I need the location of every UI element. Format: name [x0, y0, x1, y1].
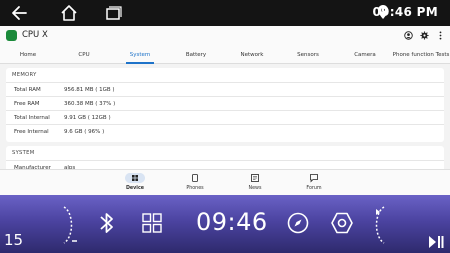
nav-label: News [248, 186, 262, 191]
next-track-icon[interactable] [366, 205, 392, 245]
row-value: 360.38 MB ( 37% ) [64, 101, 116, 107]
bottom-nav: Device Phones News Forum [0, 169, 450, 195]
app-bar: CPU X [0, 26, 450, 46]
settings-hex-icon[interactable] [330, 211, 354, 235]
back-icon[interactable] [10, 4, 28, 22]
nav-label: Device [125, 186, 145, 191]
tab-battery[interactable]: Battery [186, 52, 206, 58]
dock-left-number: 15 [4, 231, 24, 249]
row-label: Free RAM [14, 101, 40, 107]
account-icon[interactable] [404, 31, 413, 40]
nav-device[interactable]: Device [115, 173, 155, 191]
memory-row-free-ram: Free RAM 360.38 MB ( 37% ) [6, 96, 444, 110]
car-dock: 09:46 15 [0, 195, 450, 253]
nav-label: Forum [306, 186, 322, 191]
row-value: 9.91 GB ( 12GB ) [64, 115, 111, 121]
row-value: 956.81 MB ( 1GB ) [64, 87, 115, 93]
compass-icon[interactable] [287, 212, 309, 234]
memory-row-free-internal: Free Internal 9.6 GB ( 96% ) [6, 124, 444, 138]
row-label: Total RAM [14, 87, 41, 93]
status-time: 09:46 PM [372, 5, 438, 19]
tab-home[interactable]: Home [20, 52, 36, 58]
tab-cpu[interactable]: CPU [78, 52, 89, 58]
bluetooth-icon[interactable] [98, 211, 116, 235]
tab-bar: Home CPU System Battery Network Sensors … [0, 46, 450, 64]
nav-label: Phones [186, 186, 204, 191]
tab-camera[interactable]: Camera [354, 52, 376, 58]
apps-grid-icon[interactable] [142, 213, 162, 233]
row-label: Free Internal [14, 129, 49, 135]
settings-icon[interactable] [420, 31, 429, 40]
row-label: Total Internal [14, 115, 50, 121]
memory-section-title: MEMORY [12, 72, 37, 78]
system-section-title: SYSTEM [12, 150, 35, 156]
tab-system[interactable]: System [130, 52, 151, 58]
news-icon [251, 174, 259, 182]
memory-card: MEMORY Total RAM 956.81 MB ( 1GB ) Free … [6, 68, 444, 142]
tab-phone-function-tests[interactable]: Phone function Tests [393, 52, 450, 58]
nav-forum[interactable]: Forum [294, 173, 334, 191]
nav-news[interactable]: News [235, 173, 275, 191]
active-tab-indicator [126, 62, 154, 64]
nav-phones[interactable]: Phones [175, 173, 215, 191]
home-icon[interactable] [60, 4, 78, 22]
cpux-app: CPU X Home CPU System Battery Network Se… [0, 26, 450, 195]
more-options-icon[interactable] [436, 31, 445, 40]
dock-clock: 09:46 [196, 208, 268, 236]
app-logo-icon [6, 30, 17, 41]
memory-row-total-ram: Total RAM 956.81 MB ( 1GB ) [6, 82, 444, 96]
row-value: 9.6 GB ( 96% ) [64, 129, 105, 135]
phones-icon [192, 174, 198, 182]
status-bar: 09:46 PM [0, 0, 450, 26]
app-title: CPU X [22, 30, 48, 40]
forum-icon [310, 174, 318, 183]
tab-sensors[interactable]: Sensors [297, 52, 319, 58]
volume-down-icon[interactable] [56, 205, 82, 245]
play-pause-icon[interactable] [428, 235, 444, 249]
recents-icon[interactable] [104, 4, 122, 22]
device-icon [125, 173, 145, 183]
memory-row-total-internal: Total Internal 9.91 GB ( 12GB ) [6, 110, 444, 124]
tab-network[interactable]: Network [241, 52, 264, 58]
